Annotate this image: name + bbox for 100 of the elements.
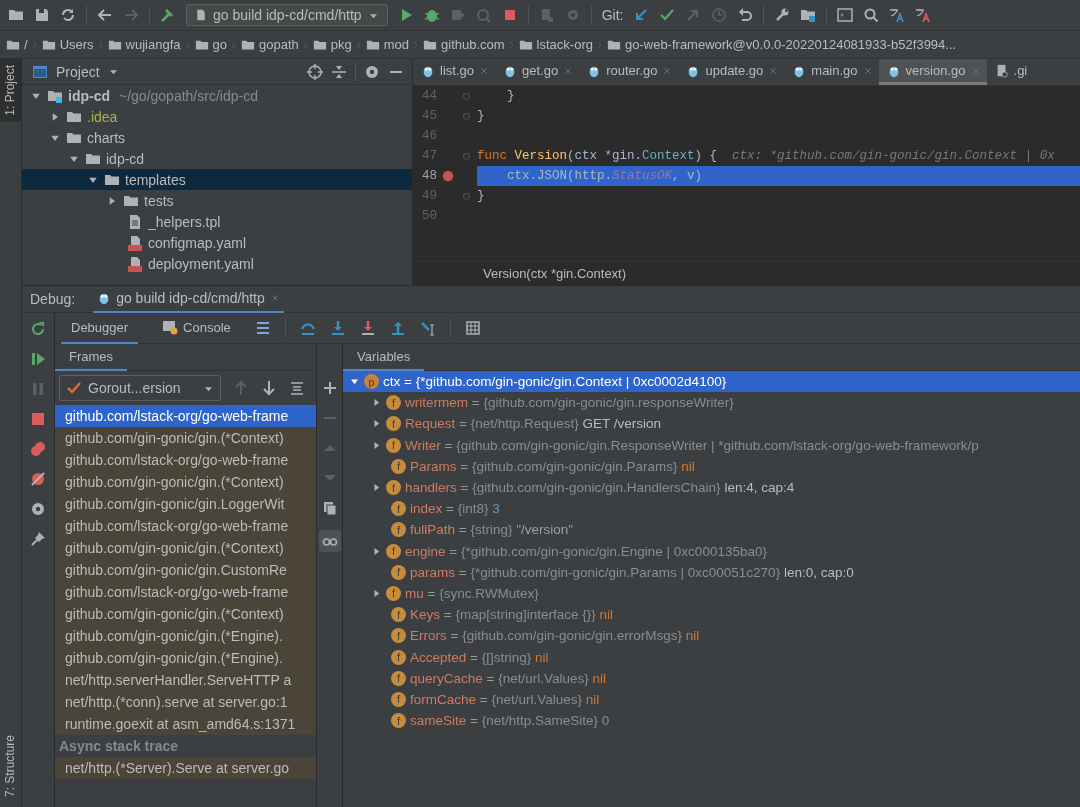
save-icon[interactable] bbox=[34, 7, 50, 23]
hammer-icon[interactable] bbox=[160, 7, 176, 23]
tree-row[interactable]: idp-cd bbox=[22, 148, 412, 169]
stack-frame[interactable]: github.com/gin-gonic/gin.(*Context) bbox=[55, 427, 316, 449]
terminal-icon[interactable] bbox=[837, 7, 854, 23]
variable-row[interactable]: f Errors = {github.com/gin-gonic/gin.errorMsgs} nil bbox=[343, 625, 1080, 647]
variable-row[interactable]: f formCache = {net/url.Values} nil bbox=[343, 688, 1080, 710]
expand-arrow-icon[interactable] bbox=[371, 587, 382, 599]
folder-grid-icon[interactable] bbox=[800, 7, 817, 23]
breadcrumb-item[interactable]: github.com bbox=[441, 37, 505, 52]
stack-frame[interactable]: net/http.serverHandler.ServeHTTP a bbox=[55, 669, 316, 691]
search-icon[interactable] bbox=[863, 7, 880, 23]
plus-icon[interactable] bbox=[321, 380, 338, 396]
breadcrumb-item[interactable]: go bbox=[212, 37, 227, 52]
breadcrumb-item[interactable]: pkg bbox=[330, 37, 352, 52]
stack-frame[interactable]: github.com/gin-gonic/gin.(*Context) bbox=[55, 471, 316, 493]
tree-row[interactable]: templates bbox=[22, 169, 412, 190]
variable-row[interactable]: f writermem = {github.com/gin-gonic/gin.responseWriter} bbox=[343, 392, 1080, 414]
stack-frame[interactable]: github.com/gin-gonic/gin.CustomRe bbox=[55, 559, 316, 581]
tree-row[interactable]: configmap.yaml bbox=[22, 232, 412, 253]
tree-row[interactable]: tests bbox=[22, 190, 412, 211]
copy-icon[interactable] bbox=[321, 500, 338, 516]
pin-icon[interactable] bbox=[30, 531, 46, 547]
down-arrow-icon[interactable] bbox=[261, 380, 277, 396]
variable-row[interactable]: f handlers = {github.com/gin-gonic/gin.HandlersChain} len:4, cap:4 bbox=[343, 476, 1080, 499]
fold-marker-icon[interactable] bbox=[460, 190, 472, 202]
stack-frame[interactable]: github.com/gin-gonic/gin.(*Context) bbox=[55, 537, 316, 559]
editor-tab[interactable]: main.go bbox=[784, 59, 879, 85]
close-icon[interactable] bbox=[269, 293, 280, 303]
close-icon[interactable] bbox=[768, 65, 779, 76]
back-arrow-icon[interactable] bbox=[97, 7, 113, 23]
translate-icon[interactable] bbox=[889, 7, 906, 23]
variable-row[interactable]: f params = {*github.com/gin-gonic/gin.Params | 0xc00051c270} len:0, cap:0 bbox=[343, 561, 1080, 583]
sync-icon[interactable] bbox=[60, 7, 76, 23]
breadcrumb-item[interactable]: lstack-org bbox=[536, 37, 593, 52]
fold-marker-icon[interactable] bbox=[460, 110, 472, 122]
step-out-icon[interactable] bbox=[389, 320, 406, 336]
expand-arrow-icon[interactable] bbox=[371, 439, 382, 451]
panel-title[interactable]: Project bbox=[56, 63, 100, 80]
checkmark-icon[interactable] bbox=[659, 7, 676, 23]
variable-row[interactable]: f index = {int8} 3 bbox=[343, 498, 1080, 520]
structure-tool-tab[interactable]: 7: Structure bbox=[0, 728, 21, 803]
tree-row[interactable]: deployment.yaml bbox=[22, 253, 412, 274]
project-tool-tab[interactable]: 1: Project bbox=[0, 59, 21, 122]
undo-icon[interactable] bbox=[737, 7, 754, 23]
tree-row[interactable]: charts bbox=[22, 127, 412, 148]
variable-row[interactable]: f fullPath = {string} "/version" bbox=[343, 519, 1080, 541]
variable-row[interactable]: f Accepted = {[]string} nil bbox=[343, 646, 1080, 668]
list-icon[interactable] bbox=[254, 320, 271, 336]
variable-row[interactable]: f Params = {github.com/gin-gonic/gin.Params} nil bbox=[343, 455, 1080, 477]
run-to-cursor-icon[interactable] bbox=[419, 320, 436, 336]
open-folder-icon[interactable] bbox=[8, 7, 24, 23]
calculator-icon[interactable] bbox=[464, 320, 481, 336]
frames-tab[interactable]: Frames bbox=[55, 343, 128, 371]
stack-frame[interactable]: github.com/gin-gonic/gin.(*Engine). bbox=[55, 647, 316, 669]
variable-row[interactable]: f engine = {*github.com/gin-gonic/gin.Engine | 0xc000135ba0} bbox=[343, 540, 1080, 562]
update-arrow-icon[interactable] bbox=[633, 7, 650, 23]
expand-arrow-icon[interactable] bbox=[371, 545, 382, 557]
stack-frame[interactable]: github.com/gin-gonic/gin.LoggerWit bbox=[55, 493, 316, 515]
stack-frame[interactable]: github.com/gin-gonic/gin.(*Engine). bbox=[55, 625, 316, 647]
stack-frame[interactable]: github.com/lstack-org/go-web-frame bbox=[55, 405, 316, 427]
breakpoint-icon[interactable] bbox=[441, 169, 455, 183]
fold-marker-icon[interactable] bbox=[460, 150, 472, 162]
editor-tab[interactable]: router.go bbox=[579, 59, 679, 85]
stack-frame[interactable]: github.com/gin-gonic/gin.(*Context) bbox=[55, 603, 316, 625]
breakpoints-icon[interactable] bbox=[30, 441, 46, 457]
stack-frame[interactable]: net/http.(*Server).Serve at server.go bbox=[55, 757, 316, 779]
variable-row[interactable]: f Keys = {map[string]interface {}} nil bbox=[343, 604, 1080, 626]
collapse-all-icon[interactable] bbox=[331, 63, 347, 80]
close-icon[interactable] bbox=[662, 65, 673, 76]
expand-arrow-icon[interactable] bbox=[371, 397, 382, 409]
bug-icon[interactable] bbox=[423, 7, 440, 23]
stack-frame[interactable]: net/http.(*conn).serve at server.go:1 bbox=[55, 691, 316, 713]
editor-tab[interactable]: .gi bbox=[986, 59, 1034, 85]
breadcrumb-item[interactable]: gopath bbox=[259, 37, 299, 52]
filter-list-icon[interactable] bbox=[289, 380, 305, 396]
variable-row[interactable]: f mu = {sync.RWMutex} bbox=[343, 582, 1080, 605]
settings-icon[interactable] bbox=[30, 501, 46, 517]
variable-row[interactable]: f Writer = {github.com/gin-gonic/gin.ResponseWriter | *github.com/lstack-org/go-web-framework/p bbox=[343, 434, 1080, 456]
debugger-tab[interactable]: Console bbox=[152, 312, 241, 344]
breadcrumb-item[interactable]: wujiangfa bbox=[125, 37, 181, 52]
code-breadcrumb[interactable]: Version(ctx *gin.Context) bbox=[483, 266, 627, 281]
debugger-tab[interactable]: Debugger bbox=[61, 312, 139, 344]
variable-row[interactable]: f sameSite = {net/http.SameSite} 0 bbox=[343, 710, 1080, 732]
mute-breakpoints-icon[interactable] bbox=[30, 471, 46, 487]
editor-tab[interactable]: update.go bbox=[678, 59, 785, 85]
goroutine-dropdown[interactable]: Gorout...ersion bbox=[59, 375, 221, 401]
editor-tab[interactable]: version.go bbox=[878, 59, 987, 85]
expand-arrow-icon[interactable] bbox=[371, 482, 382, 494]
editor-tab[interactable]: get.go bbox=[494, 59, 580, 85]
stack-frame[interactable]: github.com/lstack-org/go-web-frame bbox=[55, 515, 316, 537]
crosshair-icon[interactable] bbox=[307, 63, 323, 80]
close-icon[interactable] bbox=[563, 65, 574, 76]
rerun-icon[interactable] bbox=[30, 321, 46, 337]
stack-frame[interactable]: github.com/lstack-org/go-web-frame bbox=[55, 449, 316, 471]
variable-row[interactable]: p ctx = {*github.com/gin-gonic/gin.Context | 0xc0002d4100} bbox=[343, 371, 1080, 393]
fold-marker-icon[interactable] bbox=[460, 90, 472, 102]
wrench-icon[interactable] bbox=[774, 7, 791, 23]
variable-row[interactable]: f Request = {net/http.Request} GET /version bbox=[343, 413, 1080, 435]
tree-row[interactable]: _helpers.tpl bbox=[22, 211, 412, 232]
